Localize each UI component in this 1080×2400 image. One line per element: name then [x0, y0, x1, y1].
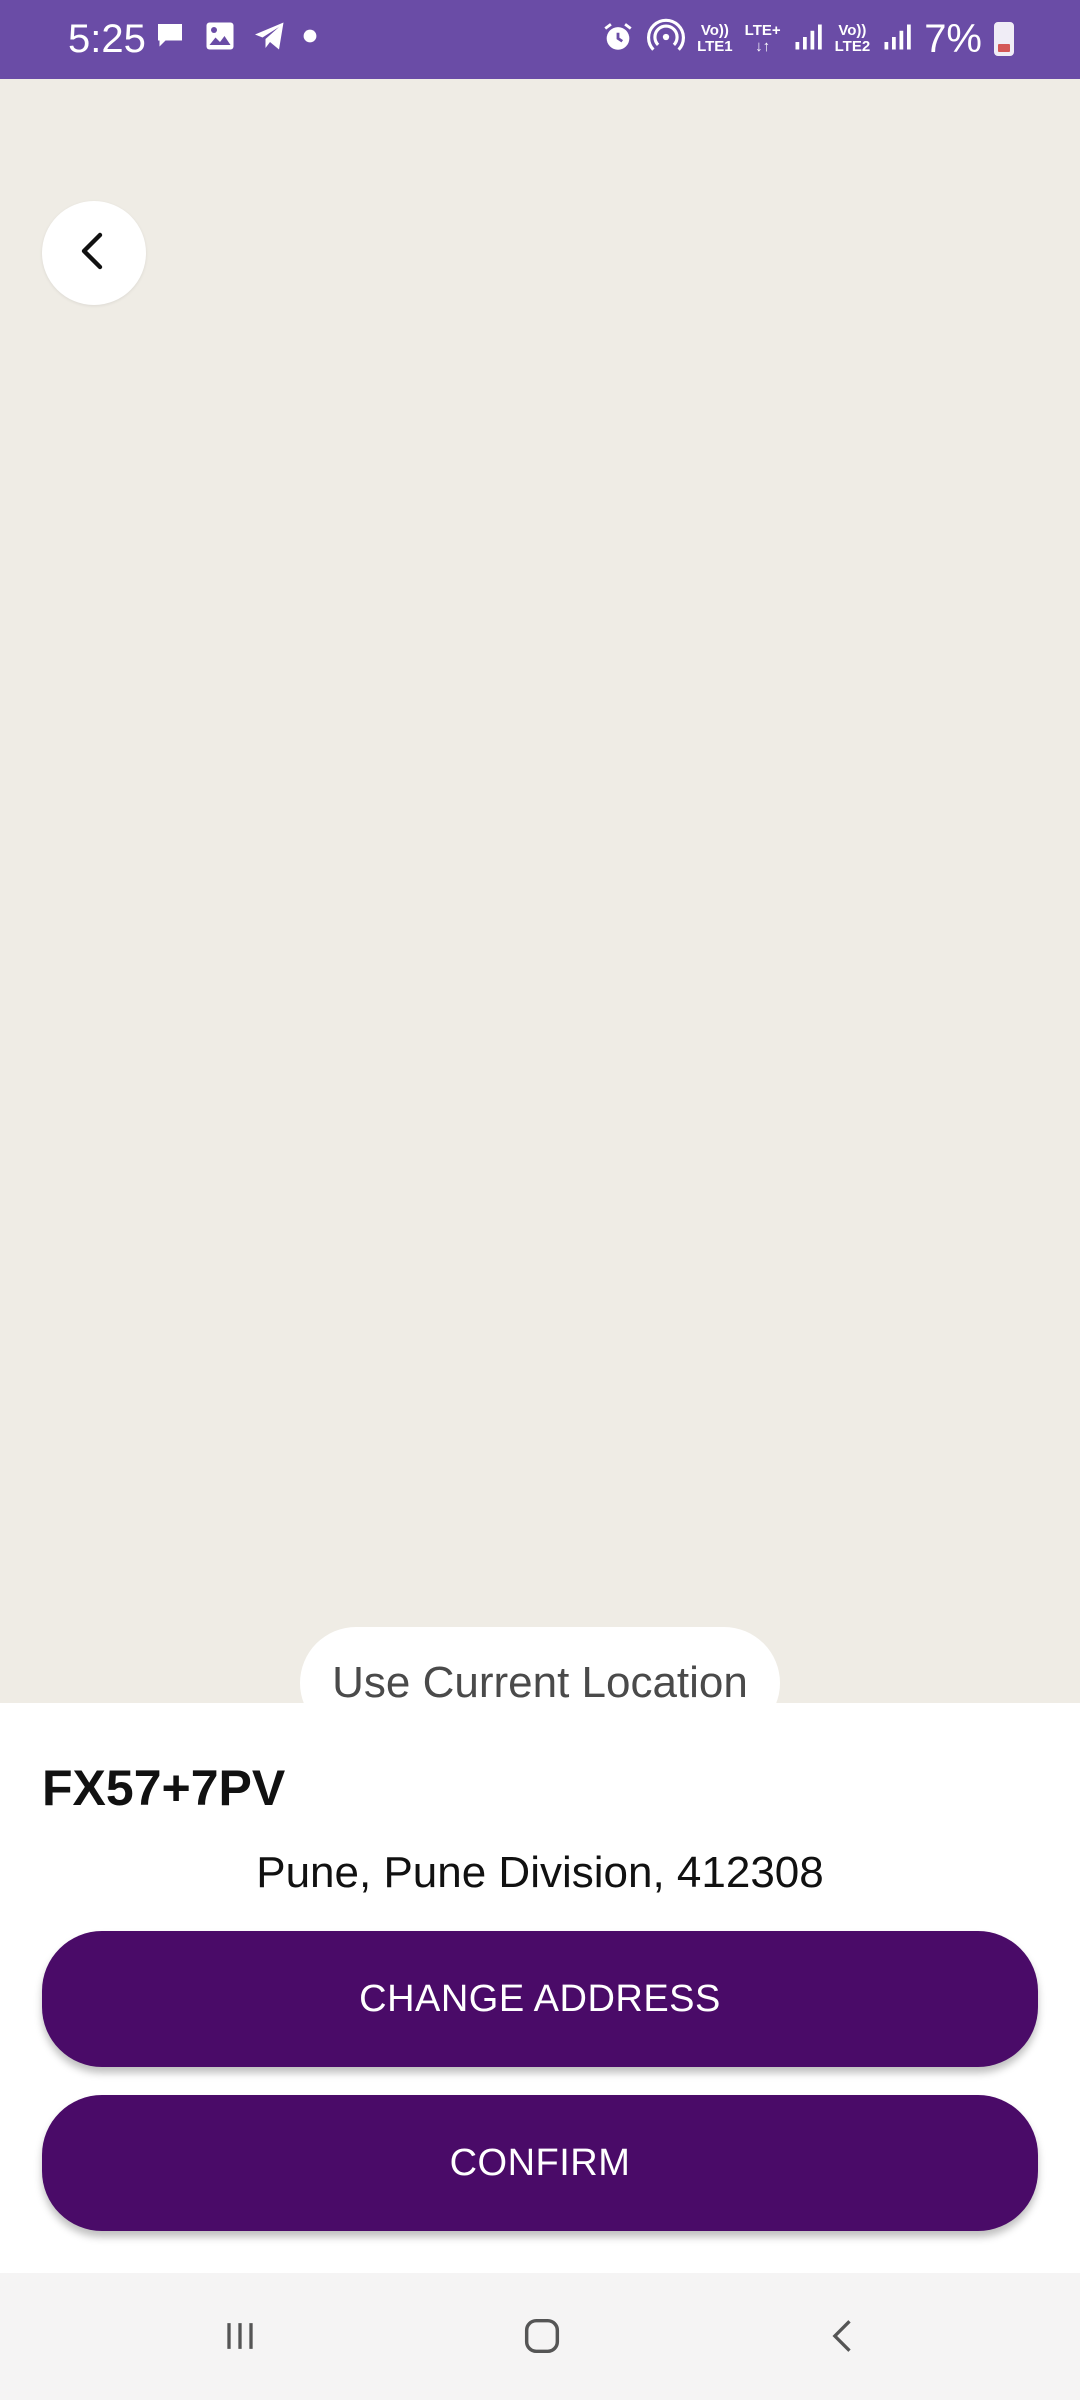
signal-icon	[882, 22, 912, 57]
status-bar: 5:25 Vo)) LTE1 LTE+ ↓↑ Vo)) LTE2 7%	[0, 0, 1080, 79]
recent-apps-icon	[218, 2314, 262, 2363]
alarm-icon	[601, 20, 635, 59]
battery-icon	[994, 22, 1014, 56]
navigation-bar	[0, 2273, 1080, 2400]
map-view[interactable]: Use Current Location Google	[0, 79, 1080, 1756]
gallery-icon	[202, 18, 238, 59]
network-lte-plus: LTE+ ↓↑	[744, 22, 781, 55]
system-back-button[interactable]	[804, 2303, 884, 2373]
chat-icon	[152, 18, 188, 59]
home-icon	[519, 2313, 565, 2364]
network-lte2: Vo)) LTE2	[834, 22, 871, 55]
recent-apps-button[interactable]	[200, 2303, 280, 2373]
confirm-button[interactable]: CONFIRM	[42, 2095, 1038, 2231]
address-text: Pune, Pune Division, 412308	[256, 1848, 824, 1897]
hotspot-icon	[647, 18, 686, 61]
battery-percent: 7%	[924, 17, 982, 61]
status-time: 5:25	[68, 17, 146, 61]
back-icon	[822, 2314, 866, 2363]
telegram-icon	[252, 18, 288, 59]
notification-icons	[152, 18, 318, 59]
change-address-button[interactable]: CHANGE ADDRESS	[42, 1931, 1038, 2067]
signal-icon	[793, 22, 823, 57]
chevron-left-icon	[70, 227, 118, 280]
home-button[interactable]	[502, 2303, 582, 2373]
location-sheet: FX57+7PV Pune, Pune Division, 412308 CHA…	[0, 1703, 1080, 2273]
network-lte1: Vo)) LTE1	[697, 22, 733, 55]
dot-icon	[302, 28, 318, 49]
plus-code: FX57+7PV	[42, 1760, 286, 1816]
system-status-icons: Vo)) LTE1 LTE+ ↓↑ Vo)) LTE2 7%	[601, 14, 1014, 64]
back-button[interactable]	[42, 201, 146, 305]
